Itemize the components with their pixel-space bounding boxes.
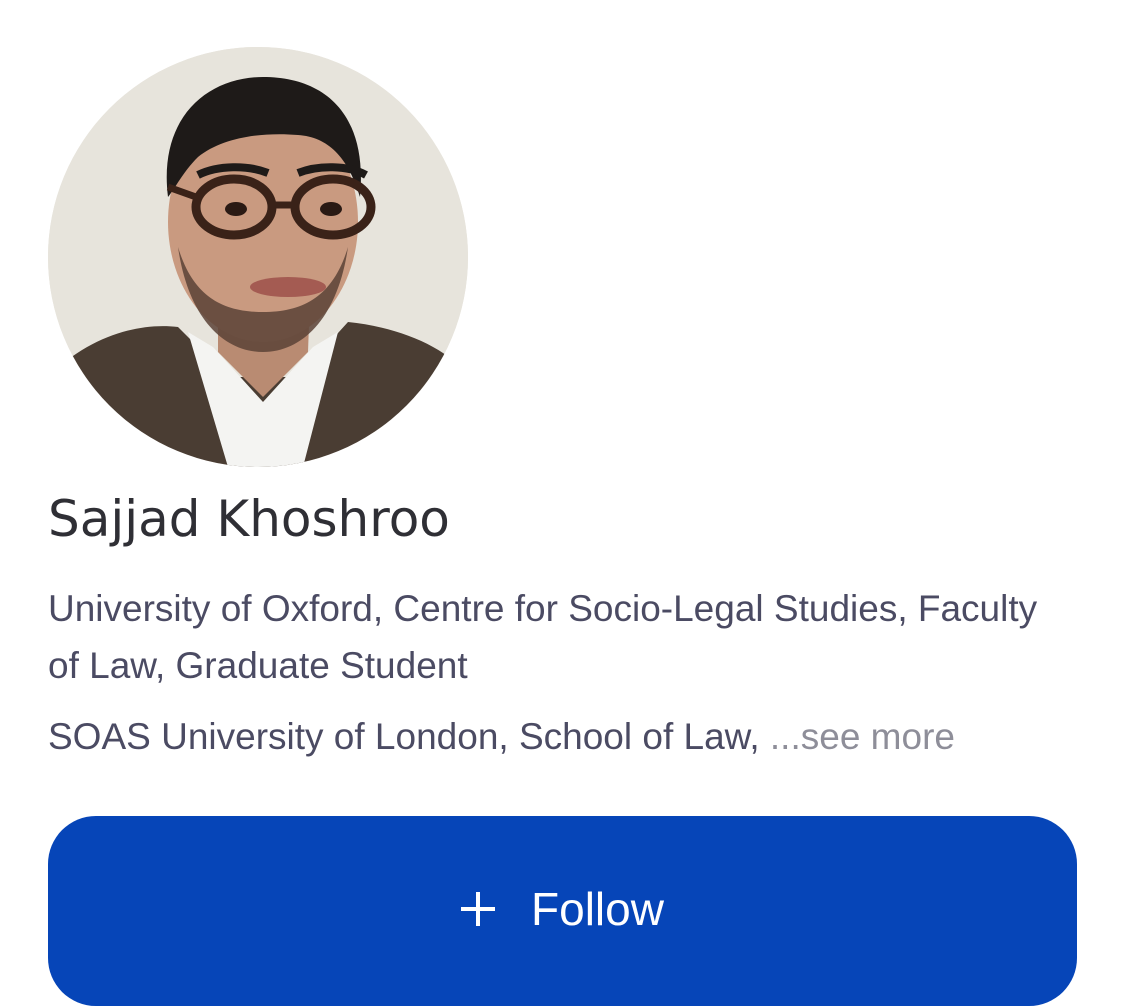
follow-button-content: Follow: [461, 882, 664, 936]
affiliation-primary: University of Oxford, Centre for Socio-L…: [48, 588, 1038, 686]
plus-icon: [461, 892, 496, 926]
affiliation-secondary: SOAS University of London, School of Law…: [48, 716, 760, 757]
profile-card: Sajjad Khoshroo University of Oxford, Ce…: [0, 0, 1125, 1006]
profile-photo-icon: [48, 47, 468, 467]
follow-label: Follow: [531, 883, 664, 935]
avatar[interactable]: [48, 47, 468, 467]
see-more-link[interactable]: ...see more: [770, 716, 955, 757]
affiliation-secondary-row: SOAS University of London, School of Law…: [48, 708, 955, 765]
profile-name: Sajjad Khoshroo: [48, 490, 450, 548]
follow-button[interactable]: Follow: [48, 816, 1077, 1006]
